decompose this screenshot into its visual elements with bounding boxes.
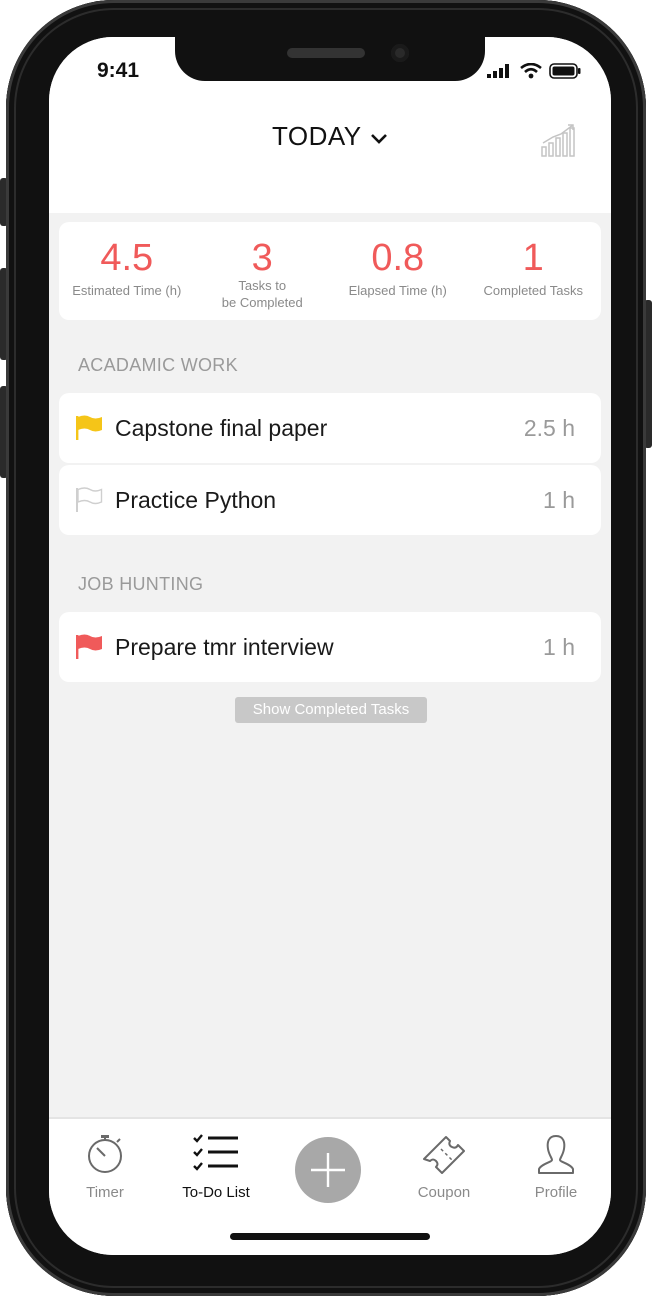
task-name: Prepare tmr interview bbox=[115, 634, 334, 660]
stat-label: Elapsed Time (h) bbox=[348, 283, 447, 298]
tab-label: Timer bbox=[86, 1184, 124, 1201]
stat-value: 1 bbox=[522, 237, 544, 279]
bar-chart-icon[interactable] bbox=[541, 123, 577, 157]
show-completed-button[interactable]: Show Completed Tasks bbox=[235, 697, 427, 723]
add-task-button[interactable] bbox=[295, 1137, 361, 1203]
tab-coupon[interactable]: Coupon bbox=[399, 1133, 489, 1201]
signal-icon bbox=[487, 64, 509, 78]
tab-profile[interactable]: Profile bbox=[511, 1133, 601, 1201]
empty-flag-icon[interactable] bbox=[75, 487, 103, 513]
page-title: TODAY bbox=[271, 121, 362, 151]
task-name: Practice Python bbox=[115, 487, 277, 513]
stopwatch-icon bbox=[88, 1135, 122, 1173]
tab-timer[interactable]: Timer bbox=[60, 1133, 150, 1201]
task-hours: 1 h bbox=[543, 634, 575, 660]
section-title: JOB HUNTING bbox=[78, 574, 204, 594]
section-title: ACADAMIC WORK bbox=[78, 355, 238, 375]
person-icon bbox=[538, 1135, 574, 1174]
stat-label-line: Tasks to bbox=[238, 278, 287, 293]
task-hours: 1 h bbox=[543, 487, 575, 513]
status-icons bbox=[487, 63, 581, 79]
stat-label-line: be Completed bbox=[221, 295, 303, 310]
task-row[interactable]: Practice Python 1 h bbox=[59, 465, 601, 535]
stat-label: Completed Tasks bbox=[483, 283, 583, 298]
task-name: Capstone final paper bbox=[115, 415, 328, 441]
phone-frame: 9:41 TODAY 4.5 Estimated Time (h) 3 Task… bbox=[6, 0, 646, 1296]
stat-label: Estimated Time (h) bbox=[72, 283, 182, 298]
task-row[interactable]: Prepare tmr interview 1 h bbox=[59, 612, 601, 682]
stat-tasks-to-complete: 3 Tasks to be Completed bbox=[195, 222, 331, 320]
task-row[interactable]: Capstone final paper 2.5 h bbox=[59, 393, 601, 463]
task-hours: 2.5 h bbox=[523, 415, 575, 441]
stat-value: 0.8 bbox=[371, 237, 425, 279]
stat-estimated-time: 4.5 Estimated Time (h) bbox=[59, 222, 195, 320]
chevron-down-icon bbox=[371, 133, 387, 144]
speaker bbox=[287, 48, 365, 58]
front-camera bbox=[391, 44, 409, 62]
tab-label: Coupon bbox=[417, 1184, 471, 1201]
screen: 9:41 TODAY 4.5 Estimated Time (h) 3 Task… bbox=[49, 37, 611, 1255]
wifi-icon bbox=[520, 63, 542, 79]
notch bbox=[175, 37, 485, 81]
status-time: 9:41 bbox=[97, 59, 140, 82]
ticket-icon bbox=[423, 1136, 465, 1174]
stat-elapsed-time: 0.8 Elapsed Time (h) bbox=[330, 222, 466, 320]
tab-label: Profile bbox=[534, 1184, 578, 1201]
home-indicator[interactable] bbox=[230, 1233, 430, 1240]
red-flag-icon[interactable] bbox=[75, 634, 103, 660]
battery-icon bbox=[549, 63, 581, 79]
stat-label: Tasks to be Completed bbox=[195, 277, 331, 311]
stat-completed-tasks: 1 Completed Tasks bbox=[466, 222, 602, 320]
tab-todo-list[interactable]: To-Do List bbox=[171, 1133, 261, 1201]
checklist-icon bbox=[193, 1134, 238, 1171]
stat-value: 4.5 bbox=[100, 237, 154, 279]
header: 9:41 TODAY bbox=[49, 37, 611, 213]
stat-value: 3 bbox=[251, 237, 273, 279]
stats-card: 4.5 Estimated Time (h) 3 Tasks to be Com… bbox=[59, 222, 601, 320]
date-selector[interactable]: TODAY bbox=[49, 121, 611, 152]
tab-label: To-Do List bbox=[182, 1184, 250, 1201]
plus-icon bbox=[311, 1153, 345, 1187]
yellow-flag-icon[interactable] bbox=[75, 415, 103, 441]
